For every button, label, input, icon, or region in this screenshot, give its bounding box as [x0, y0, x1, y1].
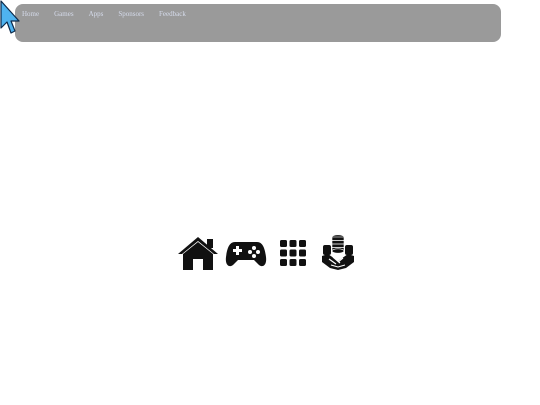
- nav-link-games[interactable]: Games: [54, 9, 73, 19]
- nav-link-home[interactable]: Home: [22, 9, 39, 19]
- nav-link-sponsors[interactable]: Sponsors: [118, 9, 144, 19]
- top-nav-bar: Home Games Apps Sponsors Feedback: [15, 4, 501, 42]
- sponsors-icon[interactable]: [319, 234, 357, 272]
- apps-grid-icon[interactable]: [272, 235, 314, 271]
- nav-links: Home Games Apps Sponsors Feedback: [22, 9, 201, 19]
- nav-link-feedback[interactable]: Feedback: [159, 9, 186, 19]
- icon-row: [176, 234, 362, 272]
- home-icon[interactable]: [176, 235, 220, 271]
- gamepad-icon[interactable]: [225, 235, 267, 271]
- nav-link-apps[interactable]: Apps: [89, 9, 104, 19]
- page: Home Games Apps Sponsors Feedback: [0, 0, 540, 405]
